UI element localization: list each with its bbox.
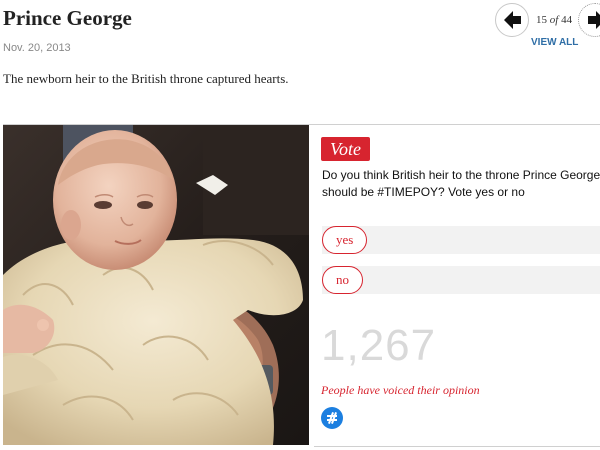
poll-question: Do you think British heir to the throne … (322, 168, 600, 199)
arrow-right-icon (588, 11, 600, 29)
poll-option-no-row: no (322, 266, 600, 294)
vote-count: 1,267 (321, 321, 437, 370)
page-title: Prince George (3, 6, 132, 30)
arrow-left-icon (504, 11, 521, 29)
photo-caption: The newborn heir to the British throne c… (3, 71, 289, 86)
baby-photo-illustration (3, 125, 309, 445)
poll-logo-icon[interactable] (321, 407, 343, 429)
vote-no-button[interactable]: no (322, 266, 363, 294)
slide-of: of (549, 14, 559, 26)
vote-poll: Vote Do you think British heir to the th… (314, 125, 600, 445)
slide-counter: 15 of 44 (536, 14, 572, 26)
view-all-link[interactable]: VIEW ALL (531, 37, 578, 48)
next-button[interactable] (578, 3, 600, 37)
gallery-page: Prince George Nov. 20, 2013 The newborn … (0, 0, 600, 450)
previous-button[interactable] (495, 3, 529, 37)
slide-total: 44 (561, 14, 573, 26)
slide-current: 15 (536, 14, 547, 26)
divider (314, 446, 600, 447)
vote-yes-button[interactable]: yes (322, 226, 368, 254)
poll-option-yes-row: yes (322, 226, 600, 254)
poll-logo-glyph (327, 412, 337, 424)
publish-date: Nov. 20, 2013 (3, 42, 71, 54)
poll-status: People have voiced their opinion (321, 383, 480, 397)
vote-badge: Vote (321, 137, 370, 161)
main-photo (3, 125, 309, 445)
